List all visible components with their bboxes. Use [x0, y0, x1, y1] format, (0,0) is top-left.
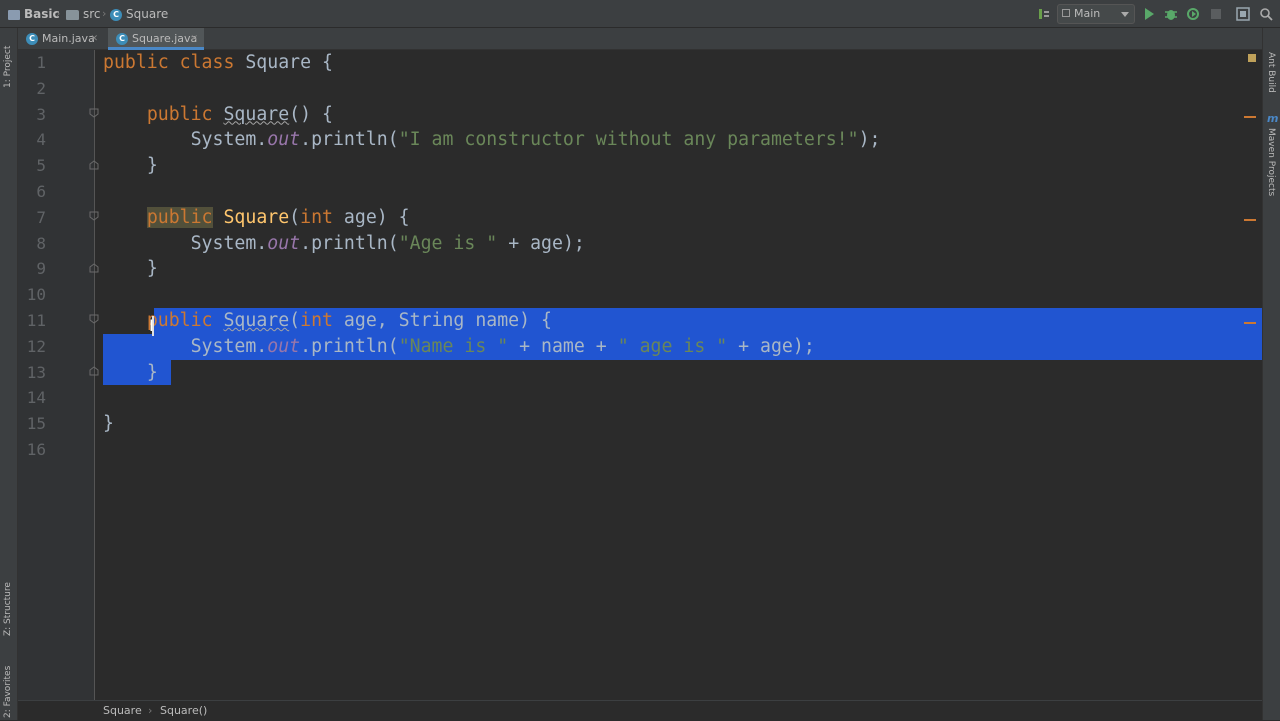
line-number: 10 — [26, 285, 46, 305]
line-number: 6 — [36, 182, 46, 201]
class-icon: C — [26, 33, 38, 45]
run-configuration-select[interactable]: Main — [1057, 4, 1135, 24]
text-cursor-icon: I — [149, 316, 154, 335]
line-number: 3 — [36, 104, 46, 124]
tab-square-java[interactable]: C Square.java ✕ — [108, 28, 204, 50]
line-number: 13 — [26, 362, 46, 382]
code-line-selected: System.out.println("Name is " + name + "… — [190, 335, 815, 357]
code-line: public class Square { — [103, 52, 333, 73]
navigation-bar: Basic › src › C Square Main — [0, 0, 1280, 28]
code-line: public Square() { — [146, 103, 333, 125]
fold-icon[interactable] — [89, 314, 99, 324]
line-number: 14 — [26, 388, 46, 408]
breadcrumb-folder[interactable]: src — [66, 0, 101, 28]
fold-icon[interactable] — [89, 108, 99, 118]
code-line-selected: public Square(int age, String name) { — [146, 310, 552, 331]
left-tool-stripe: 1: Project Z: Structure 2: Favorites — [0, 28, 18, 720]
breadcrumb-project[interactable]: Basic — [8, 0, 60, 28]
fold-end-icon[interactable] — [89, 160, 99, 170]
search-everywhere-icon[interactable] — [1258, 6, 1274, 22]
code-line: System.out.println("Age is " + age); — [190, 232, 585, 254]
line-number: 9 — [36, 259, 46, 279]
structure-tool-button[interactable]: Z: Structure — [3, 582, 13, 636]
tab-main-java[interactable]: C Main.java ✕ — [18, 28, 104, 50]
code-line: } — [103, 413, 114, 435]
editor-tab-bar: C Main.java ✕ C Square.java ✕ — [18, 28, 1262, 50]
code-line: public Square(int age) { — [146, 206, 410, 228]
line-number: 5 — [36, 156, 46, 176]
code-line-selected: } — [146, 361, 158, 383]
project-structure-icon[interactable] — [1235, 6, 1251, 22]
line-number: 16 — [26, 440, 46, 459]
class-icon: C — [116, 33, 128, 45]
breadcrumb-class[interactable]: C Square — [110, 0, 168, 28]
breadcrumb-separator: › — [148, 704, 153, 717]
breadcrumb-method[interactable]: Square() — [160, 701, 207, 721]
project-icon — [8, 9, 20, 20]
error-stripe-mark[interactable] — [1244, 219, 1256, 221]
line-number: 1 — [36, 53, 46, 72]
breadcrumb-separator: › — [102, 7, 107, 20]
line-number: 15 — [26, 414, 46, 434]
right-tool-stripe: Ant Build m Maven Projects — [1262, 28, 1280, 720]
error-stripe-mark[interactable] — [1244, 322, 1256, 324]
fold-end-icon[interactable] — [89, 366, 99, 376]
editor-breadcrumbs: Square › Square() — [18, 700, 1262, 720]
code-line: } — [146, 155, 158, 177]
close-icon[interactable]: ✕ — [90, 28, 98, 50]
analysis-status-icon[interactable] — [1248, 54, 1256, 62]
chevron-down-icon — [1121, 12, 1129, 17]
breadcrumb-separator: › — [56, 7, 61, 20]
fold-icon[interactable] — [89, 211, 99, 221]
line-number: 12 — [26, 336, 46, 356]
breadcrumb-class[interactable]: Square — [103, 701, 142, 721]
run-icon[interactable] — [1141, 6, 1157, 22]
ant-build-tool-button[interactable]: Ant Build — [1266, 52, 1276, 93]
project-tool-button[interactable]: 1: Project — [3, 46, 13, 88]
code-editor[interactable]: 1 2 3 4 5 6 7 8 9 10 11 12 13 14 15 16 p… — [18, 50, 1262, 700]
line-number: 11 — [26, 311, 46, 330]
line-number: 7 — [36, 207, 46, 227]
favorites-tool-button[interactable]: 2: Favorites — [3, 666, 13, 718]
fold-end-icon[interactable] — [89, 263, 99, 273]
code-line: } — [146, 258, 158, 280]
code-line: System.out.println("I am constructor wit… — [190, 129, 881, 151]
close-icon[interactable]: ✕ — [190, 28, 198, 50]
debug-icon[interactable] — [1163, 6, 1179, 22]
line-number: 4 — [36, 130, 46, 150]
build-icon[interactable] — [1036, 6, 1052, 22]
error-stripe-mark[interactable] — [1244, 116, 1256, 118]
folder-icon — [66, 9, 79, 20]
line-number: 8 — [36, 233, 46, 253]
application-icon — [1062, 9, 1070, 17]
coverage-icon[interactable] — [1185, 6, 1201, 22]
class-icon: C — [110, 8, 122, 21]
line-number: 2 — [36, 78, 46, 98]
stop-icon[interactable] — [1208, 6, 1224, 22]
maven-projects-tool-button[interactable]: Maven Projects — [1266, 128, 1276, 196]
maven-icon: m — [1267, 112, 1279, 125]
